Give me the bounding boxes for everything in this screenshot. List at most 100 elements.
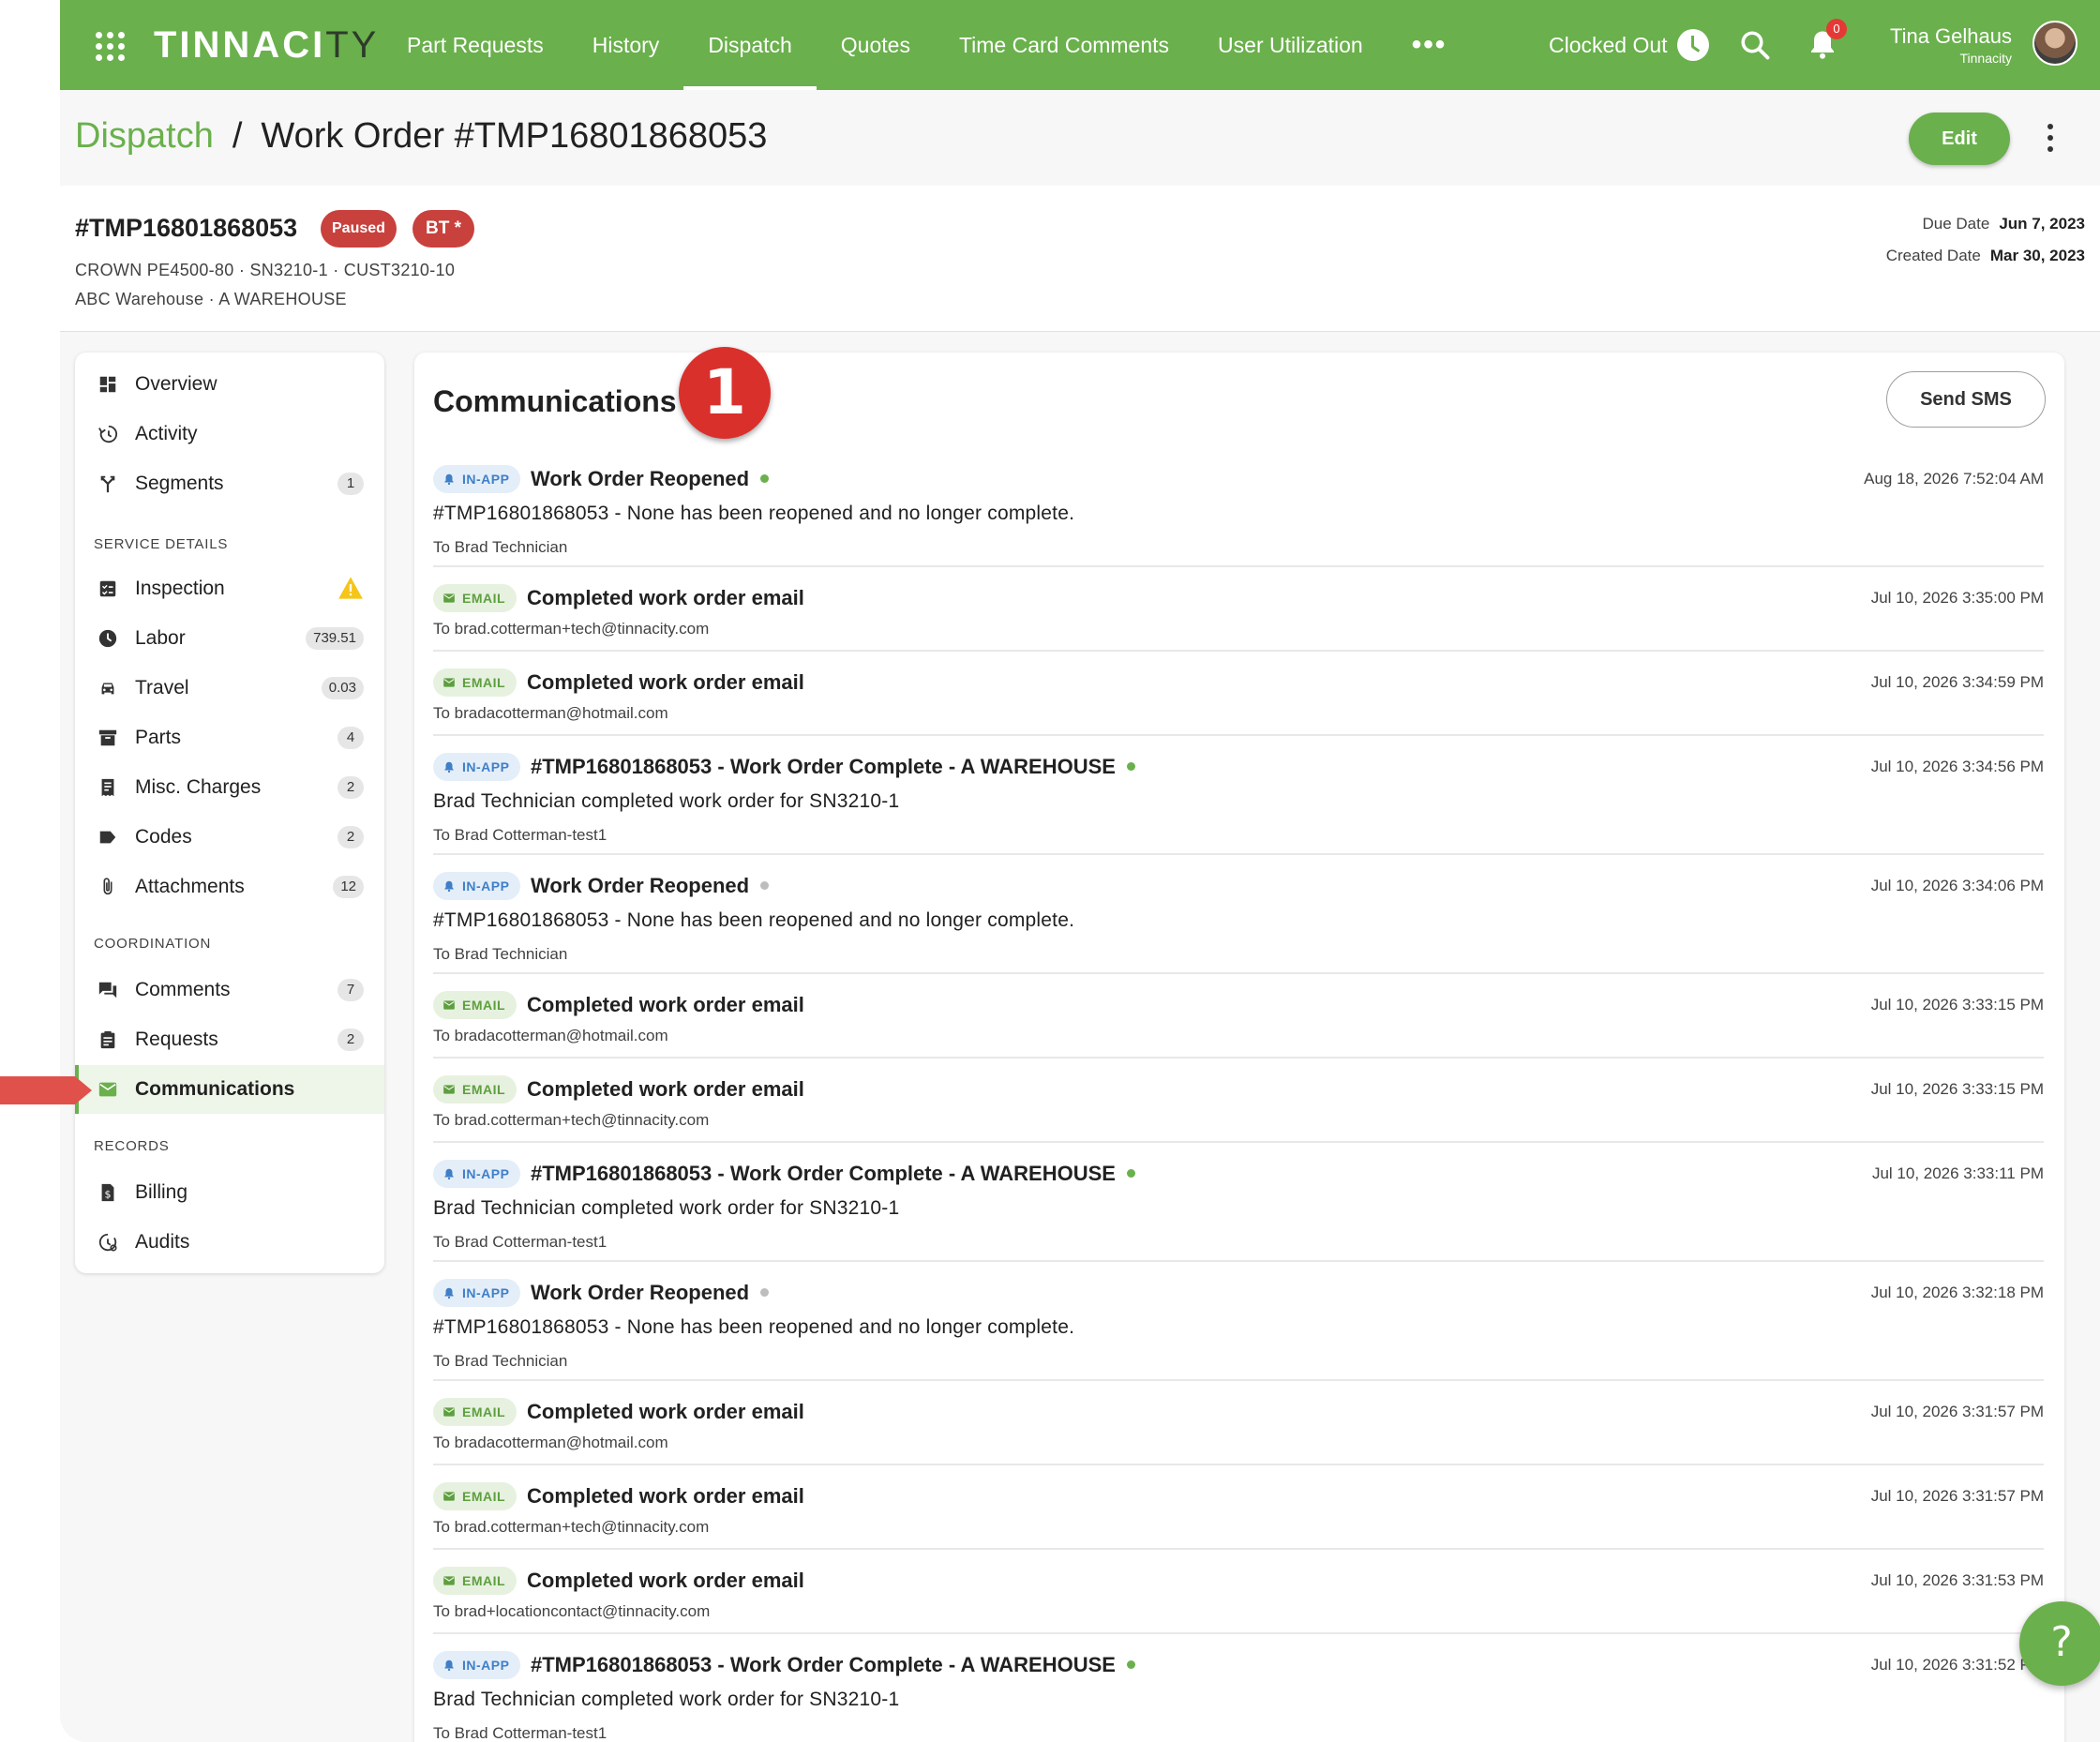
nav-more-icon[interactable]: •••	[1388, 0, 1472, 90]
communication-row[interactable]: EMAIL Completed work order email Jul 10, 2…	[433, 1465, 2044, 1550]
communication-row[interactable]: EMAIL Completed work order email Jul 10, 2…	[433, 974, 2044, 1059]
communication-recipient: To Brad Technician	[433, 538, 568, 556]
nav-dispatch[interactable]: Dispatch	[683, 0, 818, 90]
bell-icon	[444, 1168, 454, 1180]
communication-title-text: Work Order Reopened	[531, 467, 750, 490]
envelope-icon	[443, 1000, 455, 1010]
created-date-value: Mar 30, 2023	[1989, 247, 2085, 264]
user-menu[interactable]: Tina Gelhaus Tinnacity	[1890, 24, 2012, 66]
sidebar-item-label: Requests	[135, 1029, 218, 1050]
sidebar-item-communications[interactable]: Communications	[75, 1065, 384, 1114]
sidebar-item-parts[interactable]: Parts 4	[75, 713, 384, 762]
email-type-badge: EMAIL	[433, 1567, 518, 1595]
segments-count-badge: 1	[338, 473, 364, 495]
nav-history[interactable]: History	[568, 0, 684, 90]
communication-row[interactable]: IN-APP #TMP16801868053 - Work Order Compl…	[433, 1634, 2044, 1742]
nav-time-card-comments[interactable]: Time Card Comments	[935, 0, 1193, 90]
nav-part-requests[interactable]: Part Requests	[382, 0, 568, 90]
communication-timestamp: Jul 10, 2026 3:34:06 PM	[1870, 877, 2044, 894]
communication-row[interactable]: EMAIL Completed work order email Jul 10, 2…	[433, 1059, 2044, 1143]
communication-title: #TMP16801868053 - Work Order Complete - …	[531, 1651, 1135, 1679]
sidebar-item-attachments[interactable]: Attachments 12	[75, 863, 384, 911]
search-icon[interactable]	[1738, 28, 1772, 62]
warning-icon	[338, 577, 363, 599]
send-sms-button[interactable]: Send SMS	[1886, 371, 2046, 428]
communication-row[interactable]: IN-APP #TMP16801868053 - Work Order Compl…	[433, 1143, 2044, 1262]
logo-text-tail: TY	[325, 24, 380, 66]
communication-title-text: Completed work order email	[527, 993, 804, 1016]
car-icon	[101, 683, 114, 695]
paperclip-icon	[103, 878, 112, 895]
read-status-dot	[760, 880, 770, 890]
sidebar-item-overview[interactable]: Overview	[75, 360, 384, 409]
type-label: IN-APP	[462, 472, 510, 487]
in-app-type-badge: IN-APP	[433, 1651, 521, 1679]
communication-row[interactable]: EMAIL Completed work order email Jul 10, 2…	[433, 567, 2044, 652]
page-title-bar: Dispatch / Work Order #TMP16801868053 Ed…	[60, 90, 2100, 186]
more-options-icon[interactable]	[2046, 124, 2055, 152]
type-label: IN-APP	[462, 1166, 510, 1181]
help-button[interactable]: ?	[2019, 1601, 2100, 1686]
nav-user-utilization[interactable]: User Utilization	[1193, 0, 1388, 90]
pointer-arrow-icon	[0, 1076, 92, 1104]
sidebar-item-label: Attachments	[135, 876, 245, 897]
communication-title: Completed work order email	[527, 991, 804, 1019]
bell-icon	[444, 473, 454, 486]
communication-row[interactable]: IN-APP Work Order Reopened Jul 10, 2026 3:…	[433, 855, 2044, 974]
due-date-label: Due Date	[1922, 215, 1990, 233]
requests-count-badge: 2	[338, 1029, 364, 1051]
sidebar-item-codes[interactable]: Codes 2	[75, 813, 384, 862]
communication-row[interactable]: EMAIL Completed work order email Jul 10, 2…	[433, 1381, 2044, 1465]
assignee-badge[interactable]: BT *	[412, 210, 474, 248]
communications-panel: Communications 1 Send SMS IN-APP Work Ord…	[414, 347, 2064, 1742]
in-app-type-badge: IN-APP	[433, 1160, 521, 1188]
sidebar-item-travel[interactable]: Travel 0.03	[75, 664, 384, 713]
avatar[interactable]	[2032, 21, 2078, 66]
communication-row[interactable]: EMAIL Completed work order email Jul 10, 2…	[433, 1550, 2044, 1634]
sidebar-item-label: Audits	[135, 1231, 190, 1253]
communication-title-text: Completed work order email	[527, 586, 804, 609]
app-launcher-icon[interactable]	[96, 32, 126, 62]
sidebar-item-misc-charges[interactable]: Misc. Charges 2	[75, 763, 384, 812]
communications-list: IN-APP Work Order Reopened Aug 18, 2026 7:…	[433, 448, 2044, 1742]
edit-button[interactable]: Edit	[1909, 113, 2010, 165]
communication-row[interactable]: IN-APP Work Order Reopened Jul 10, 2026 3:…	[433, 1262, 2044, 1381]
misc-charges-count-badge: 2	[338, 776, 364, 799]
clock-status-button[interactable]: Clocked Out	[1549, 0, 1709, 90]
sidebar-item-activity[interactable]: Activity	[75, 410, 384, 458]
sidebar-item-billing[interactable]: $ Billing	[75, 1168, 384, 1217]
communication-title: Work Order Reopened	[531, 465, 770, 493]
sidebar-item-label: Billing	[135, 1181, 188, 1203]
communication-title: Work Order Reopened	[531, 872, 770, 900]
communication-row[interactable]: IN-APP Work Order Reopened Aug 18, 2026 7:…	[433, 448, 2044, 567]
sidebar-item-segments[interactable]: Segments 1	[75, 459, 384, 508]
section-heading-records: RECORDS	[94, 1138, 170, 1154]
sidebar-item-audits[interactable]: Audits	[75, 1218, 384, 1267]
history-icon	[98, 425, 118, 443]
in-app-type-badge: IN-APP	[433, 465, 521, 493]
nav-quotes[interactable]: Quotes	[817, 0, 935, 90]
tinnacity-logo[interactable]: TINNACITY	[154, 24, 379, 67]
communication-row[interactable]: EMAIL Completed work order email Jul 10, 2…	[433, 652, 2044, 736]
section-heading-coordination: COORDINATION	[94, 936, 212, 952]
sidebar-item-inspection[interactable]: Inspection	[75, 564, 384, 613]
work-order-header: #TMP16801868053 Paused BT * CROWN PE4500…	[60, 186, 2100, 332]
breadcrumb-dispatch-link[interactable]: Dispatch	[75, 116, 214, 157]
communication-title-text: #TMP16801868053 - Work Order Complete - …	[531, 1162, 1116, 1185]
sidebar-item-label: Codes	[135, 826, 192, 848]
communication-row[interactable]: IN-APP #TMP16801868053 - Work Order Compl…	[433, 736, 2044, 855]
communication-body: Brad Technician completed work order for…	[433, 1689, 900, 1710]
sidebar-item-comments[interactable]: Comments 7	[75, 966, 384, 1014]
unread-status-dot	[760, 473, 770, 483]
communication-recipient: To bradacotterman@hotmail.com	[433, 1434, 668, 1451]
travel-hours-badge: 0.03	[321, 677, 364, 699]
in-app-type-badge: IN-APP	[433, 872, 521, 900]
sidebar-item-label: Communications	[135, 1078, 295, 1100]
type-label: EMAIL	[462, 1489, 506, 1504]
sidebar-item-requests[interactable]: Requests 2	[75, 1015, 384, 1064]
communication-title: #TMP16801868053 - Work Order Complete - …	[531, 1160, 1135, 1188]
work-order-dates: Due Date Jun 7, 2023 Created Date Mar 30, …	[1886, 208, 2085, 272]
communication-recipient: To Brad Technician	[433, 1352, 568, 1370]
sidebar-item-labor[interactable]: Labor 739.51	[75, 614, 384, 663]
comments-count-badge: 7	[338, 979, 364, 1001]
